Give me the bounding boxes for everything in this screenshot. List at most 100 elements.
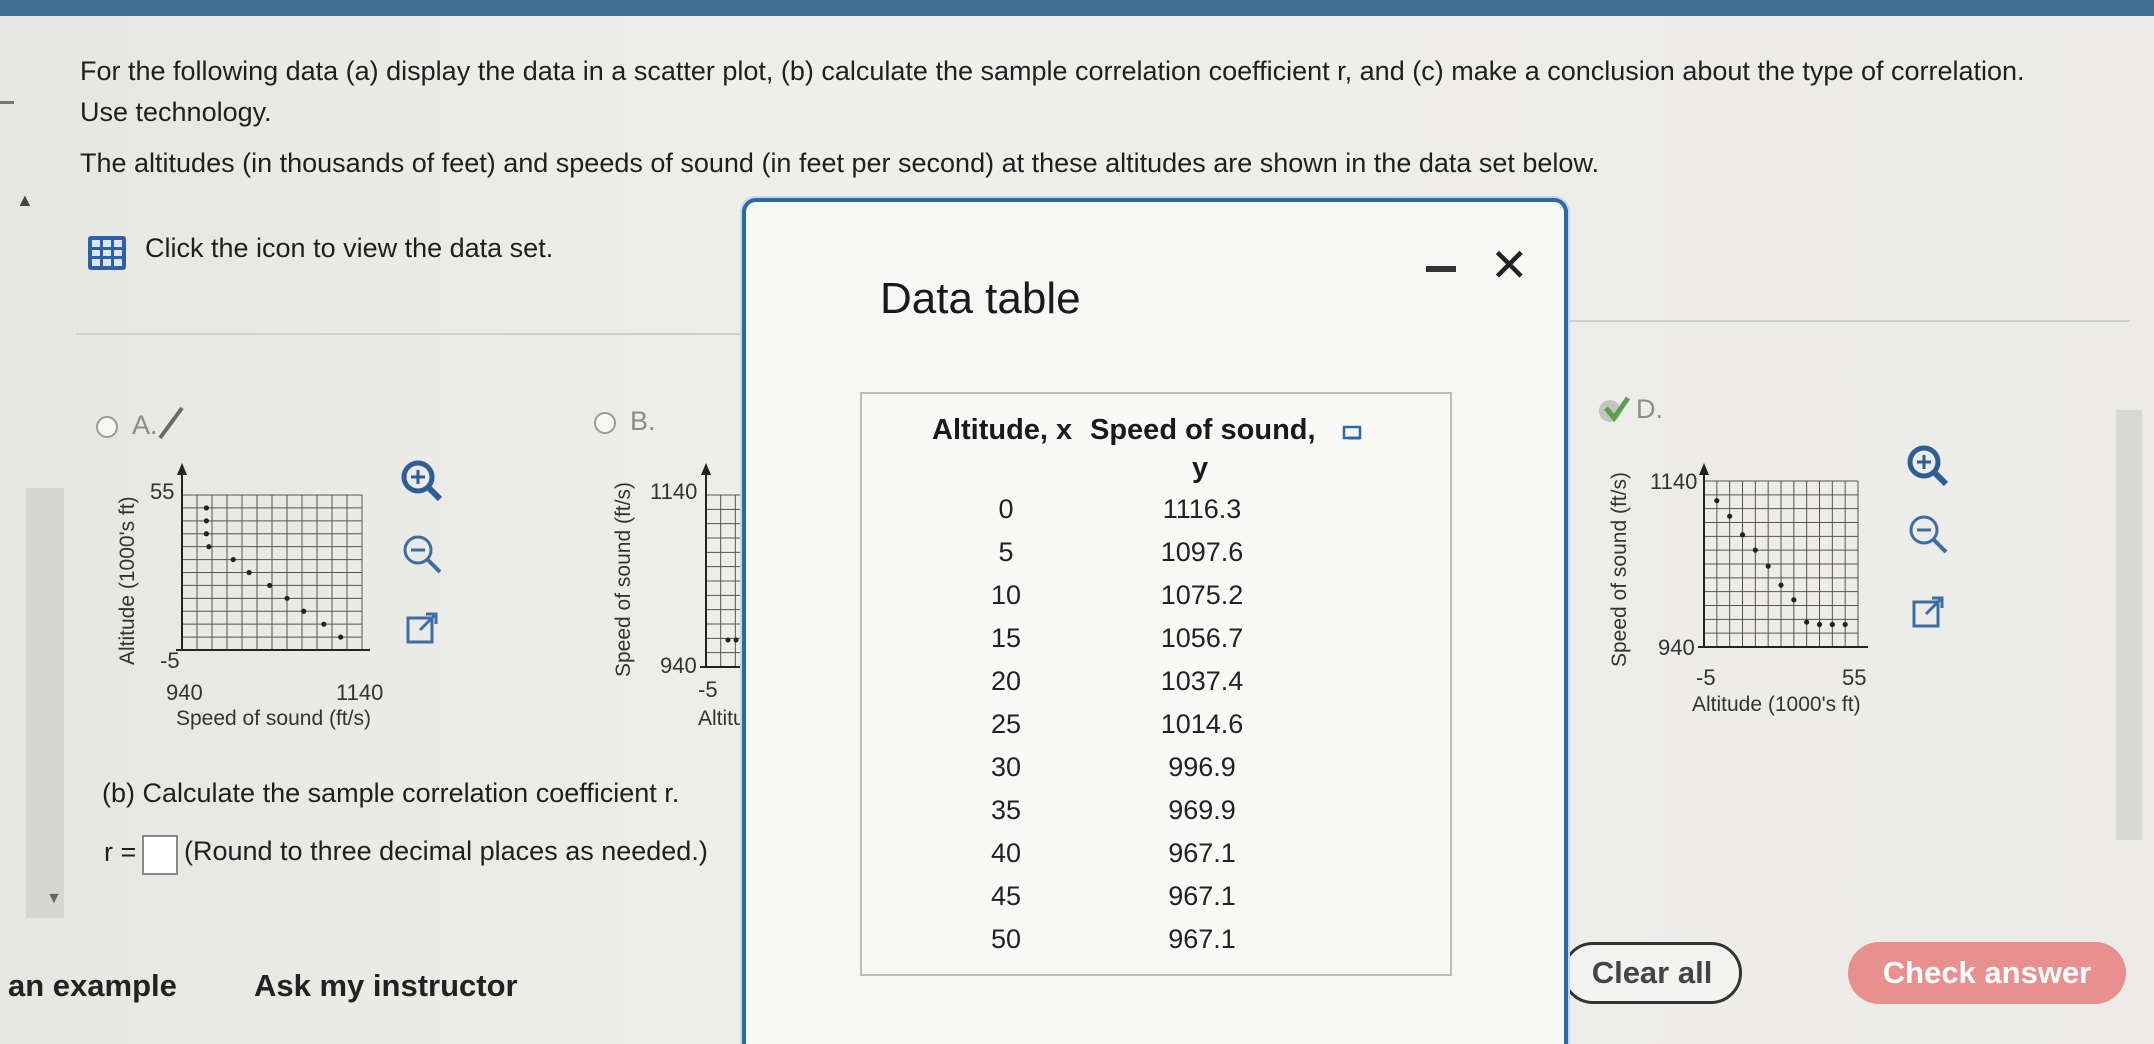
table-cell-y: 967.1: [1168, 924, 1236, 954]
scatter-point: [1829, 621, 1835, 628]
d-zoom-in-icon[interactable]: [1904, 442, 1952, 490]
table-cell-y: 1014.6: [1160, 709, 1244, 739]
scatter-point: [203, 505, 209, 511]
scatter-point: [1791, 597, 1797, 603]
close-icon[interactable]: ✕: [1490, 242, 1529, 288]
option-d-plot: 1140 940 -5 55 Altitude (1000's ft) Spee…: [1608, 463, 1868, 716]
option-b-radio[interactable]: [594, 412, 616, 434]
table-cell-x: 5: [998, 537, 1014, 567]
modal-title: Data table: [880, 274, 1081, 323]
scatter-point: [338, 634, 344, 640]
top-bar: [0, 0, 2154, 16]
ask-instructor-link[interactable]: Ask my instructor: [254, 968, 518, 1004]
col-header-y-sub: y: [1192, 452, 1209, 484]
option-b-label[interactable]: B.: [630, 406, 656, 437]
option-a-radio[interactable]: [96, 416, 118, 438]
divider-right: [1570, 320, 2130, 322]
d-xtick-right: 55: [1842, 665, 1866, 690]
table-cell-x: 20: [990, 666, 1022, 696]
table-cell-y: 967.1: [1168, 881, 1236, 911]
a-zoom-in-icon[interactable]: [398, 457, 446, 505]
d-xlabel: Altitude (1000's ft): [1692, 693, 1861, 716]
dataset-link-text[interactable]: Click the icon to view the data set.: [145, 231, 553, 265]
table-cell-x: 40: [990, 838, 1022, 868]
a-xtick-left: 940: [166, 680, 203, 705]
pencil-mark-icon: [158, 406, 184, 440]
scatter-point: [203, 518, 209, 524]
question-line2: Use technology.: [80, 97, 272, 127]
scatter-point: [1752, 547, 1758, 553]
table-cell-y: 969.9: [1168, 795, 1236, 825]
divider-left: [76, 333, 744, 335]
scatter-point: [1804, 619, 1810, 625]
left-scrollbar[interactable]: [26, 488, 64, 918]
table-cell-y: 1056.7: [1160, 623, 1244, 653]
clear-all-button[interactable]: Clear all: [1562, 942, 1742, 1004]
table-cell-y: 1097.6: [1160, 537, 1244, 567]
dataset-grid-icon[interactable]: [88, 236, 126, 270]
table-cell-y: 1075.2: [1160, 580, 1244, 610]
right-scrollbar[interactable]: [2116, 410, 2142, 840]
option-d-check-icon: [1599, 396, 1631, 423]
b-ytick-top: 1140: [650, 479, 697, 504]
scatter-point: [301, 608, 307, 614]
table-cell-x: 0: [998, 494, 1014, 524]
option-d-grid: [1703, 480, 1859, 648]
col-header-x: Altitude, x: [932, 414, 1073, 446]
a-xlabel: Speed of sound (ft/s): [176, 707, 371, 730]
scatter-point: [1727, 513, 1733, 519]
a-zoom-out-icon[interactable]: [398, 530, 446, 578]
scatter-point: [267, 582, 273, 589]
b-ylabel: Speed of sound (ft/s): [612, 482, 635, 677]
round-hint: (Round to three decimal places as needed…: [184, 836, 708, 866]
table-cell-x: 35: [990, 795, 1022, 825]
option-a-plot: 55 -5 940 1140 Speed of sound (ft/s) Alt…: [116, 463, 383, 730]
example-link[interactable]: an example: [8, 968, 177, 1004]
minimize-icon[interactable]: [1426, 266, 1456, 272]
option-d-label[interactable]: D.: [1636, 394, 1663, 425]
d-zoom-out-icon[interactable]: [1904, 510, 1952, 558]
y-arrow: [177, 463, 187, 475]
d-ytick-top: 1140: [1650, 469, 1697, 494]
scatter-point: [206, 544, 212, 550]
r-label: r =: [104, 837, 137, 867]
scatter-point: [284, 595, 290, 601]
scatter-point: [1842, 621, 1848, 628]
scroll-up-arrow-icon[interactable]: ▲: [16, 190, 34, 211]
question-context: The altitudes (in thousands of feet) and…: [80, 148, 1599, 178]
table-cell-y: 996.9: [1168, 752, 1236, 782]
table-cell-y: 967.1: [1168, 838, 1236, 868]
r-input[interactable]: [142, 835, 178, 875]
scatter-point: [203, 531, 209, 537]
copy-icon[interactable]: [1342, 424, 1364, 442]
question-line1: For the following data (a) display the d…: [80, 56, 2025, 86]
scatter-point: [246, 569, 252, 576]
table-cell-y: 1116.3: [1162, 494, 1242, 524]
a-ylabel: Altitude (1000's ft): [116, 496, 139, 665]
b-xlabel: Altitu: [698, 707, 745, 730]
table-cell-x: 10: [990, 580, 1022, 610]
a-external-link-icon[interactable]: [398, 604, 446, 652]
b-xtick-left: -5: [698, 677, 718, 702]
scatter-point: [1739, 532, 1746, 538]
scroll-down-arrow-icon[interactable]: ▼: [46, 890, 62, 908]
d-external-link-icon[interactable]: [1904, 588, 1952, 636]
table-cell-y: 1037.4: [1160, 666, 1244, 696]
table-cell-x: 15: [990, 623, 1022, 653]
left-collapse-tick[interactable]: [0, 101, 14, 104]
a-ytick-bottom: -5: [160, 648, 180, 673]
scatter-point: [1714, 498, 1720, 504]
option-a-grid: [181, 494, 363, 651]
table-cell-x: 25: [990, 709, 1022, 739]
a-xtick-right: 1140: [336, 680, 383, 705]
d-ylabel: Speed of sound (ft/s): [1608, 472, 1631, 667]
table-cell-x: 45: [990, 881, 1022, 911]
d-ytick-bottom: 940: [1658, 635, 1695, 660]
table-cell-x: 30: [990, 752, 1022, 782]
scatter-point: [321, 621, 327, 627]
option-b-plot: 1140 940 -5 Altitu Speed of sound (ft/s): [612, 463, 750, 730]
option-a-label[interactable]: A.: [132, 410, 158, 441]
check-answer-button[interactable]: Check answer: [1848, 942, 2126, 1004]
part-b-prompt: (b) Calculate the sample correlation coe…: [102, 778, 680, 808]
table-cell-x: 50: [990, 924, 1022, 954]
